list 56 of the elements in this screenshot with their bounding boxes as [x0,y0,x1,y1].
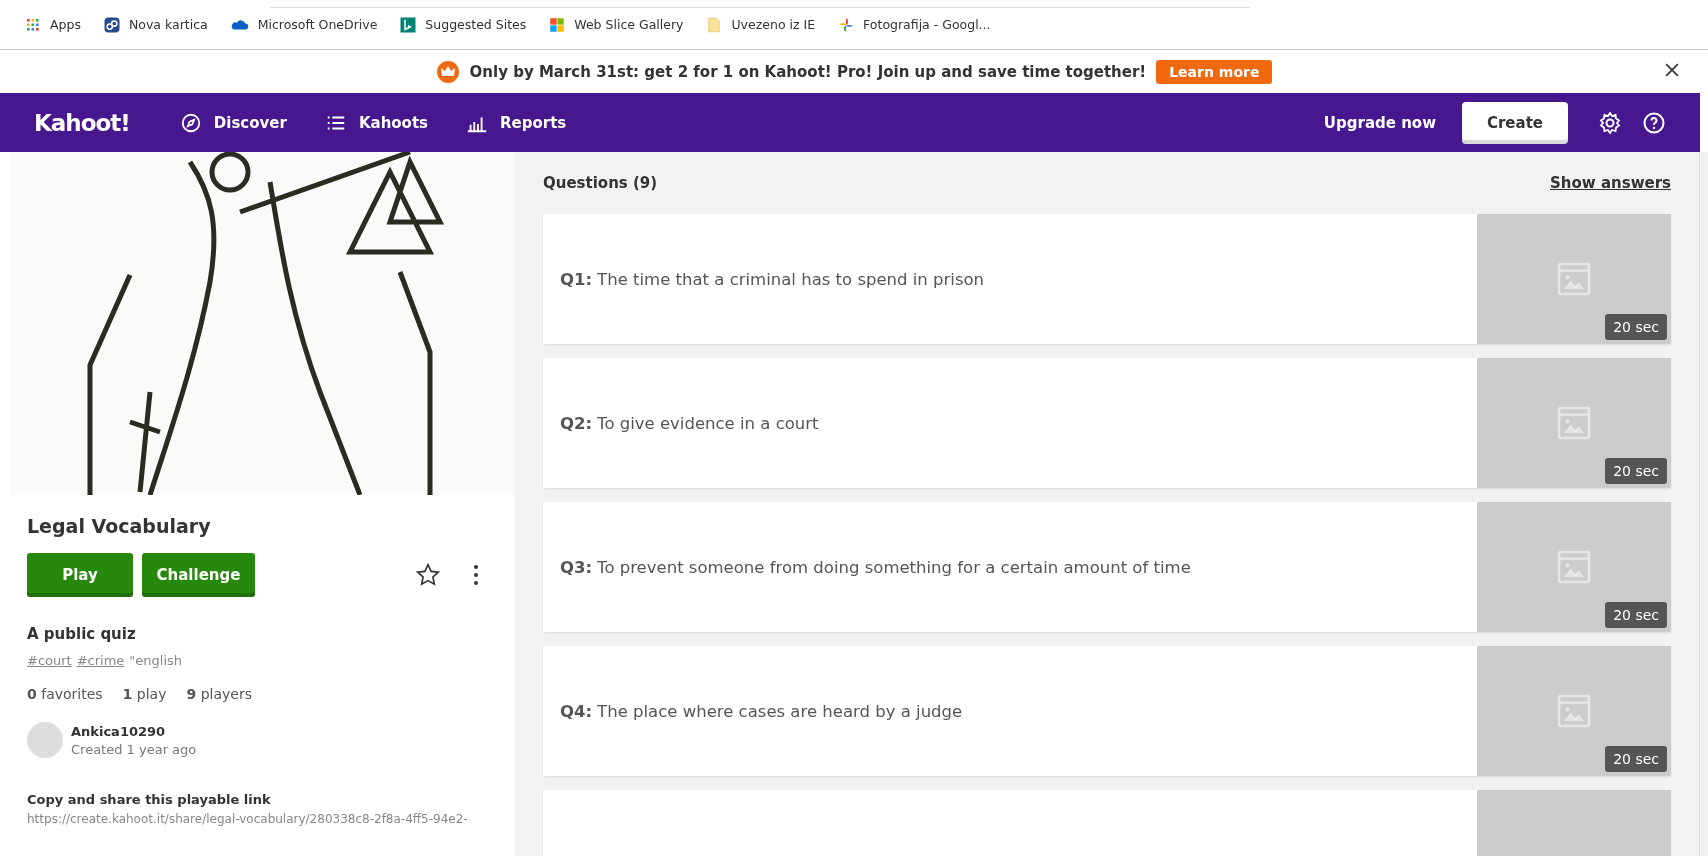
bookmark-link[interactable]: Fotografija - Googl... [837,15,991,34]
create-button[interactable]: Create [1462,101,1568,144]
time-badge: 20 sec [1605,746,1667,772]
promo-text: Only by March 31st: get 2 for 1 on Kahoot! Pro! Join up and save time together! [469,62,1147,81]
upgrade-link[interactable]: Upgrade now [1323,113,1436,132]
created-date: Created 1 year ago [71,741,197,757]
time-badge: 20 sec [1605,458,1667,484]
question-text: To prevent someone from doing something for a certain amount of time [597,557,1191,577]
stat-text: 0 favorites [27,686,103,702]
share-link[interactable]: https://create.kahoot.it/share/legal-vocabulary/280338c8-2f8a-4ff5-94e2- [27,812,468,826]
author-name[interactable]: Ankica10290 [71,723,197,739]
question-card[interactable]: Q2: To give evidence in a court 20 sec [543,358,1671,488]
stat-text: 1 play [122,686,167,702]
show-answers-link[interactable]: Show answers [1550,174,1671,192]
bookmark-link[interactable]: Web Slice Gallery [548,15,684,34]
bookmark-link[interactable]: Suggested Sites [399,15,527,34]
play-button[interactable]: Play [27,553,133,597]
star-icon[interactable] [415,562,441,588]
question-number: Q1: [560,269,593,289]
crown-icon [435,59,460,84]
compass-icon [179,111,202,134]
question-text: The time that a criminal has to spend in prison [597,269,985,289]
time-badge: 20 sec [1605,314,1667,340]
time-badge: 20 sec [1605,602,1667,628]
bookmark-link[interactable]: Microsoft OneDrive [229,15,378,34]
question-number: Q2: [560,413,593,433]
scrollbar[interactable] [1699,152,1708,856]
avatar-placeholder [27,722,63,758]
question-number: Q4: [560,701,593,721]
bookmark-link[interactable]: Uvezeno iz IE [705,15,816,34]
four-squares-icon [548,15,567,34]
question-card[interactable]: Q1: The time that a criminal has to spend in prison 20 sec [543,214,1671,344]
question-text: The place where cases are heard by a judge [597,701,963,721]
link-icon [102,15,121,34]
question-card[interactable]: Q3: To prevent someone from doing something for a certain amount of time 20 sec [543,502,1671,632]
nav-link[interactable]: Discover [179,111,287,134]
question-number: Q3: [560,557,593,577]
bookmark-link[interactable]: Nova kartica [102,15,208,34]
quiz-title: Legal Vocabulary [27,515,212,537]
tag-text: "english [129,653,183,668]
question-card[interactable]: Q4: The place where cases are heard by a judge 20 sec [543,646,1671,776]
help-icon[interactable] [1642,110,1666,135]
tag-link[interactable]: #crime [76,653,125,668]
tag-link[interactable]: #court [27,653,72,668]
stat-text: 9 players [186,686,252,702]
challenge-button[interactable]: Challenge [142,553,255,597]
nav-link[interactable]: Reports [466,111,567,134]
b-letter-icon [399,15,418,34]
question-text: To give evidence in a court [597,413,819,433]
questions-heading: Questions (9) [543,174,658,192]
share-title: Copy and share this playable link [27,792,272,807]
nav-link[interactable]: Kahoots [324,111,429,134]
logo-text[interactable]: Kahoot! [34,109,130,136]
visibility-label: A public quiz [27,625,137,643]
bookmark-link[interactable]: Apps [24,15,81,34]
settings-icon[interactable] [1598,110,1622,135]
